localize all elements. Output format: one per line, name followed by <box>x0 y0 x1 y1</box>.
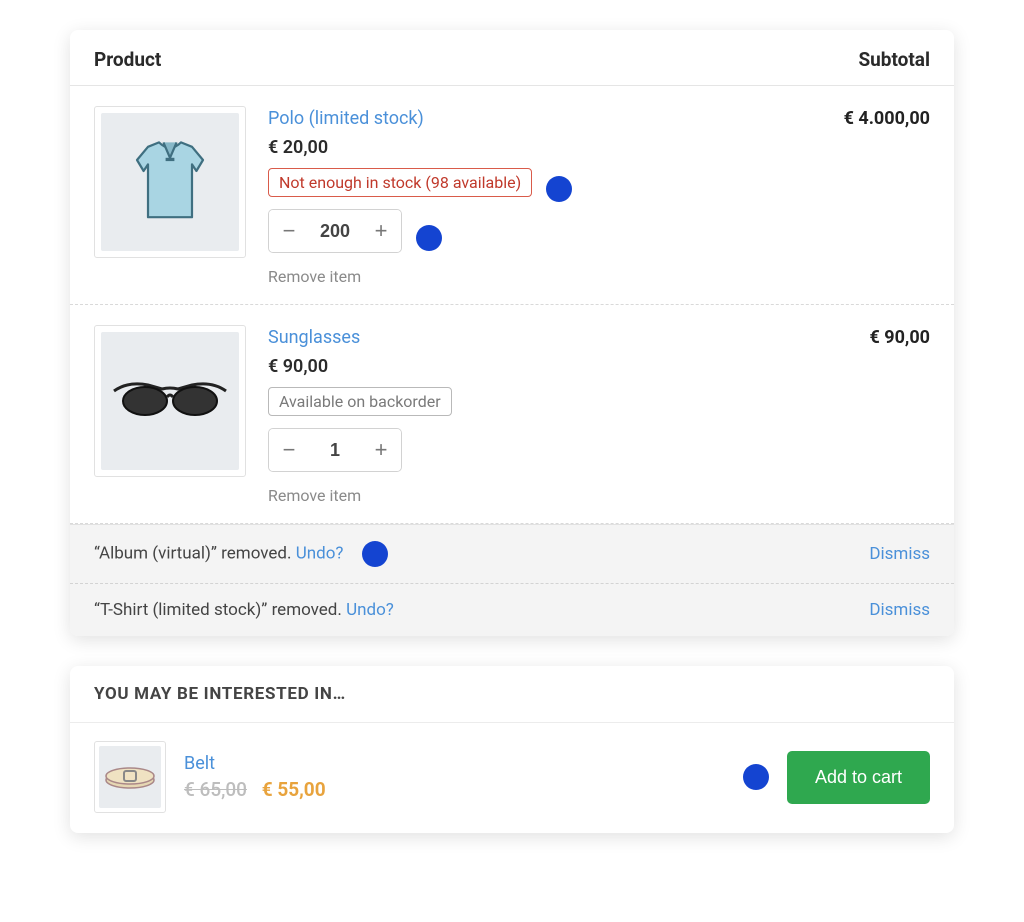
product-thumbnail[interactable] <box>94 325 246 477</box>
dismiss-link[interactable]: Dismiss <box>869 544 930 564</box>
qty-plus-button[interactable]: + <box>361 429 401 471</box>
polo-icon <box>101 113 239 251</box>
sunglasses-icon <box>101 332 239 470</box>
qty-minus-button[interactable]: − <box>269 429 309 471</box>
qty-minus-button[interactable]: − <box>269 210 309 252</box>
quantity-stepper: − + <box>268 209 402 253</box>
cart-row: Sunglasses € 90,00 Available on backorde… <box>70 305 954 524</box>
remove-item-link[interactable]: Remove item <box>268 486 810 505</box>
cart-header: Product Subtotal <box>70 30 954 86</box>
dismiss-link[interactable]: Dismiss <box>869 600 930 620</box>
cross-sell-heading: YOU MAY BE INTERESTED IN… <box>70 666 954 723</box>
belt-icon <box>99 746 161 808</box>
qty-input[interactable] <box>309 429 361 471</box>
col-subtotal: Subtotal <box>858 48 930 71</box>
cross-sell-row: Belt € 65,00 € 55,00 Add to cart <box>70 723 954 833</box>
qty-input[interactable] <box>309 210 361 252</box>
product-name-link[interactable]: Sunglasses <box>268 327 360 348</box>
stock-badge: Not enough in stock (98 available) <box>268 168 532 197</box>
annotation-dot <box>362 541 388 567</box>
cart-row: Polo (limited stock) € 20,00 Not enough … <box>70 86 954 305</box>
notice-text: “Album (virtual)” removed. <box>94 543 296 563</box>
quantity-stepper: − + <box>268 428 402 472</box>
annotation-dot <box>416 225 442 251</box>
price-new: € 55,00 <box>262 778 326 801</box>
cross-sell-card: YOU MAY BE INTERESTED IN… Belt € 65,00 €… <box>70 666 954 833</box>
undo-link[interactable]: Undo? <box>296 543 344 563</box>
row-subtotal: € 4.000,00 <box>810 106 930 286</box>
add-to-cart-button[interactable]: Add to cart <box>787 751 930 804</box>
remove-item-link[interactable]: Remove item <box>268 267 810 286</box>
unit-price: € 90,00 <box>268 356 810 377</box>
product-thumbnail[interactable] <box>94 106 246 258</box>
product-thumbnail[interactable] <box>94 741 166 813</box>
product-name-link[interactable]: Belt <box>184 753 215 774</box>
removed-notice: “T-Shirt (limited stock)” removed. Undo?… <box>70 583 954 636</box>
stock-badge: Available on backorder <box>268 387 452 416</box>
removed-notice: “Album (virtual)” removed. Undo? Dismiss <box>70 524 954 583</box>
undo-link[interactable]: Undo? <box>346 600 394 620</box>
notice-text-wrap: “Album (virtual)” removed. Undo? <box>94 541 388 567</box>
cart-card: Product Subtotal Polo (limited stock) € … <box>70 30 954 636</box>
price-old: € 65,00 <box>184 778 247 801</box>
col-product: Product <box>94 48 161 71</box>
notice-text-wrap: “T-Shirt (limited stock)” removed. Undo? <box>94 600 394 620</box>
annotation-dot <box>546 176 572 202</box>
row-subtotal: € 90,00 <box>810 325 930 505</box>
notice-list: “Album (virtual)” removed. Undo? Dismiss… <box>70 524 954 636</box>
price-line: € 65,00 € 55,00 <box>184 778 729 801</box>
qty-plus-button[interactable]: + <box>361 210 401 252</box>
notice-text: “T-Shirt (limited stock)” removed. <box>94 600 346 620</box>
unit-price: € 20,00 <box>268 137 810 158</box>
annotation-dot <box>743 764 769 790</box>
product-name-link[interactable]: Polo (limited stock) <box>268 108 424 129</box>
